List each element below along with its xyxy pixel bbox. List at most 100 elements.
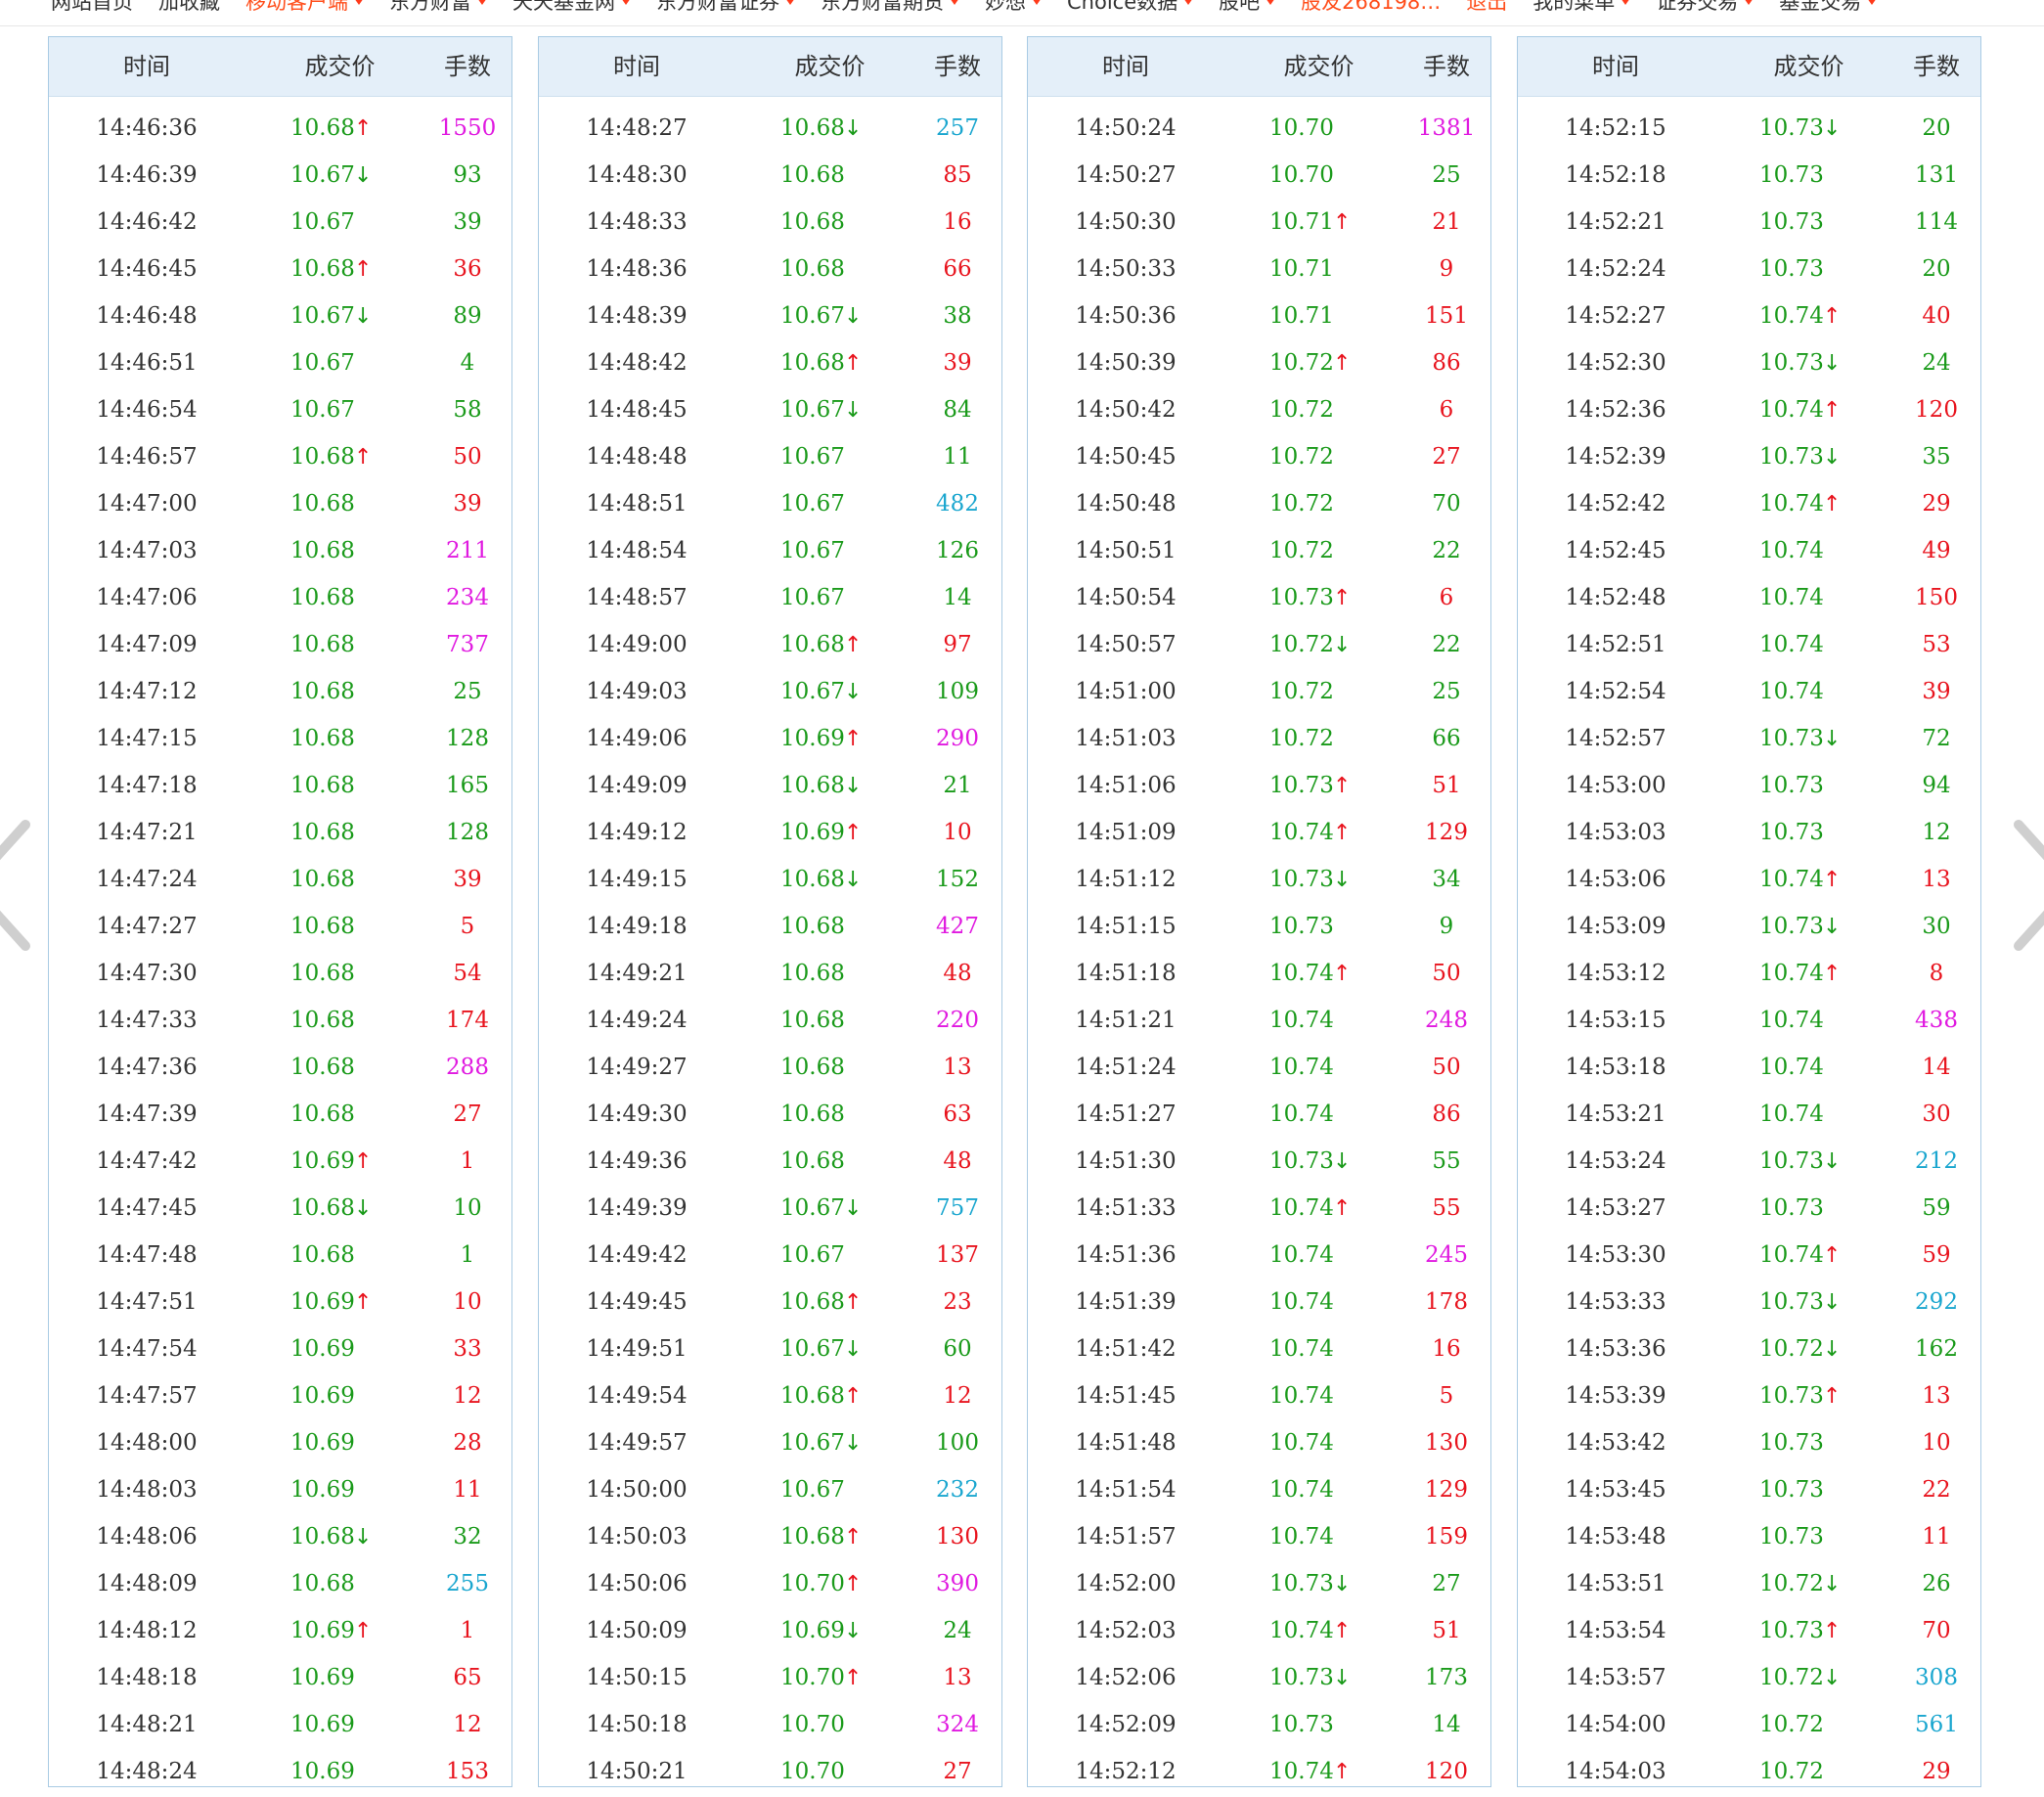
table-row: 14:51:30 10.73↓ 55 xyxy=(1028,1137,1490,1184)
nav-item[interactable]: 股吧 xyxy=(1219,0,1276,16)
trade-price: 10.73↓ xyxy=(1738,1278,1880,1327)
trade-volume: 1550 xyxy=(438,115,497,141)
nav-item[interactable]: 天天基金网 xyxy=(512,0,631,16)
nav-item[interactable]: 移动客户端 xyxy=(245,0,364,16)
trade-volume: 12 xyxy=(453,1383,482,1409)
table-row: 14:49:51 10.67↓ 60 xyxy=(539,1325,1001,1371)
trade-price-value: 10.67 xyxy=(780,1242,845,1268)
nav-item[interactable]: 网站首页 xyxy=(51,0,133,16)
arrow-down-icon: ↓ xyxy=(1823,116,1842,141)
trade-time: 14:52:12 xyxy=(1075,1759,1177,1784)
trade-price-value: 10.74 xyxy=(1759,867,1824,892)
nav-item[interactable]: 我的菜单 xyxy=(1533,0,1631,16)
trade-price-value: 10.67 xyxy=(290,162,355,188)
arrow-down-icon: ↓ xyxy=(844,774,863,798)
nav-item[interactable]: 退出 xyxy=(1466,0,1507,16)
table-header: 时间 成交价 手数 xyxy=(1518,37,1980,97)
trade-time: 14:47:03 xyxy=(96,538,198,563)
table-row: 14:50:36 10.71 151 xyxy=(1028,292,1490,338)
trade-price-value: 10.69 xyxy=(290,1336,355,1362)
trade-time: 14:47:15 xyxy=(96,726,198,751)
nav-item[interactable]: 东方财富证券 xyxy=(656,0,795,16)
trade-price-value: 10.73 xyxy=(1759,1195,1824,1221)
trade-volume: 29 xyxy=(1922,491,1951,517)
trade-price-value: 10.74 xyxy=(1759,303,1824,329)
nav-item[interactable]: Choice数据 xyxy=(1067,0,1194,16)
trade-volume: 86 xyxy=(1432,350,1461,376)
trade-volume: 32 xyxy=(453,1524,482,1550)
trade-price-value: 10.68 xyxy=(290,1524,355,1550)
table-row: 14:54:03 10.72 29 xyxy=(1518,1747,1980,1794)
chevron-left-icon[interactable] xyxy=(0,817,39,954)
trade-time: 14:52:21 xyxy=(1565,209,1666,235)
trade-price: 10.68↑ xyxy=(759,1278,901,1327)
arrow-up-icon: ↑ xyxy=(1823,398,1842,423)
trade-volume: 12 xyxy=(943,1383,972,1409)
trade-price-value: 10.67 xyxy=(780,397,845,423)
nav-item[interactable]: 基金交易 xyxy=(1779,0,1878,16)
trade-volume: 27 xyxy=(1432,444,1461,470)
trade-price: 10.70 xyxy=(759,1747,901,1796)
table-row: 14:51:48 10.74 130 xyxy=(1028,1418,1490,1465)
trade-volume: 129 xyxy=(1425,1477,1468,1503)
trade-price: 10.68 xyxy=(759,1090,901,1139)
trade-volume: 13 xyxy=(943,1055,972,1080)
trade-price-value: 10.68 xyxy=(780,1383,845,1409)
trade-volume: 120 xyxy=(1425,1759,1468,1784)
trade-volume: 292 xyxy=(1915,1289,1958,1315)
trade-price: 10.74↑ xyxy=(1738,385,1880,435)
trade-volume: 234 xyxy=(446,585,489,610)
trade-time: 14:51:33 xyxy=(1075,1195,1177,1221)
table-row: 14:50:15 10.70↑ 13 xyxy=(539,1653,1001,1700)
table-row: 14:51:36 10.74 245 xyxy=(1028,1231,1490,1278)
trade-price-value: 10.74 xyxy=(1759,397,1824,423)
trade-price-value: 10.67 xyxy=(780,538,845,563)
trade-time: 14:48:30 xyxy=(586,162,688,188)
trade-price-value: 10.73 xyxy=(1759,1618,1824,1643)
nav-item[interactable]: 东方财富期货 xyxy=(821,0,959,16)
header-price: 成交价 xyxy=(1283,53,1355,80)
trade-price: 10.69↑ xyxy=(759,714,901,764)
trade-time: 14:53:21 xyxy=(1565,1101,1666,1127)
tick-table: 时间 成交价 手数 14:50:24 10.70 1381 14:50:27 10.70 25 1… xyxy=(1027,36,1491,1787)
trade-volume: 36 xyxy=(453,256,482,282)
trade-volume: 33 xyxy=(453,1336,482,1362)
trade-time: 14:47:42 xyxy=(96,1148,198,1174)
chevron-right-icon[interactable] xyxy=(2005,817,2044,954)
table-row: 14:48:36 10.68 66 xyxy=(539,245,1001,292)
trade-price-value: 10.73 xyxy=(1759,773,1824,798)
trade-volume: 114 xyxy=(1915,209,1958,235)
trade-volume: 308 xyxy=(1915,1665,1958,1690)
table-row: 14:52:42 10.74↑ 29 xyxy=(1518,479,1980,526)
trade-volume: 50 xyxy=(1432,1055,1461,1080)
trade-price-value: 10.68 xyxy=(290,585,355,610)
table-row: 14:53:33 10.73↓ 292 xyxy=(1518,1278,1980,1325)
trade-time: 14:49:06 xyxy=(586,726,688,751)
nav-item[interactable]: 加收藏 xyxy=(158,0,220,16)
trade-time: 14:52:18 xyxy=(1565,162,1666,188)
trade-price-value: 10.74 xyxy=(1269,1618,1334,1643)
table-row: 14:53:18 10.74 14 xyxy=(1518,1043,1980,1090)
trade-time: 14:51:03 xyxy=(1075,726,1177,751)
trade-volume: 120 xyxy=(1915,397,1958,423)
trade-price: 10.72↓ xyxy=(1248,620,1390,670)
trade-time: 14:53:42 xyxy=(1565,1430,1666,1456)
trade-time: 14:53:18 xyxy=(1565,1055,1666,1080)
arrow-down-icon: ↓ xyxy=(844,1196,863,1221)
trade-price: 10.70↑ xyxy=(759,1653,901,1703)
nav-item[interactable]: 证券交易 xyxy=(1656,0,1755,16)
trade-price-value: 10.68 xyxy=(290,679,355,704)
trade-price: 10.69↓ xyxy=(759,1606,901,1656)
nav-item[interactable]: 东方财富 xyxy=(389,0,487,16)
trade-time: 14:47:09 xyxy=(96,632,198,657)
trade-price: 10.74↑ xyxy=(1248,1184,1390,1234)
trade-price-value: 10.74 xyxy=(1269,1430,1334,1456)
caret-down-icon xyxy=(1032,0,1042,5)
table-row: 14:51:06 10.73↑ 51 xyxy=(1028,761,1490,808)
trade-time: 14:51:57 xyxy=(1075,1524,1177,1550)
trade-price: 10.72 xyxy=(1248,526,1390,575)
arrow-up-icon: ↑ xyxy=(844,1572,863,1596)
nav-item[interactable]: 股友268198… xyxy=(1301,0,1441,16)
trade-time: 14:51:24 xyxy=(1075,1055,1177,1080)
nav-item[interactable]: 妙想 xyxy=(985,0,1042,16)
